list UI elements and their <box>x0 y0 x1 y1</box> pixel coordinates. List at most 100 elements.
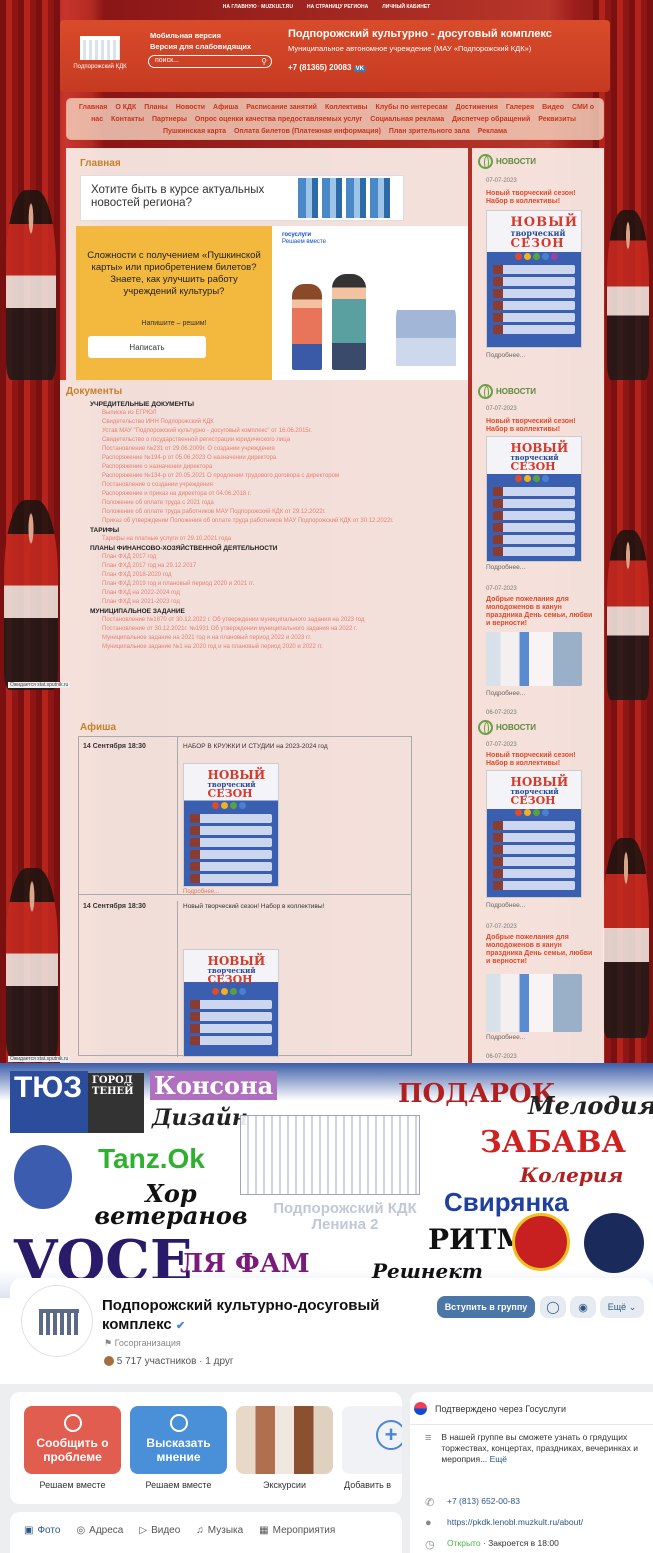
group-members[interactable]: 5 717 участников · 1 друг <box>104 1356 234 1367</box>
document-link[interactable]: Свидетельство о государственной регистра… <box>90 436 462 445</box>
document-link[interactable]: План ФХД 2018-2020 год <box>90 571 462 580</box>
menu-item[interactable]: Коллективы <box>325 104 368 111</box>
impaired-version-link[interactable]: Версия для слабовидящих <box>150 41 251 52</box>
site-row[interactable]: ● https://pkdk.lenobl.muzkult.ru/about/ <box>425 1517 583 1529</box>
more-button[interactable]: Ещё ⌄ <box>600 1296 644 1318</box>
news-title-link[interactable]: Добрые пожелания для молодоженов в канун… <box>486 934 598 966</box>
document-link[interactable]: Свидетельство ИНН Подпорожский КДК <box>90 418 462 427</box>
tab-photos[interactable]: ▣ Фото <box>24 1525 60 1536</box>
menu-item[interactable]: Видео <box>542 104 564 111</box>
document-link[interactable]: Постановление №1870 от 30.12.2022 г. Об … <box>90 616 462 625</box>
vk-icon[interactable]: VK <box>353 66 366 72</box>
join-group-button[interactable]: Вступить в группу <box>437 1296 535 1318</box>
document-link[interactable]: Приказ об утверждении Положения об оплат… <box>90 517 462 526</box>
hours-row[interactable]: ◷ Открыто · Закроется в 18:00 <box>425 1538 559 1551</box>
menu-item[interactable]: План зрительного зала <box>389 128 470 135</box>
document-link[interactable]: План ФХД 2017 год <box>90 553 462 562</box>
menu-item[interactable]: Пушкинская карта <box>163 128 226 135</box>
news-more-link[interactable]: Подробнее... <box>486 352 525 359</box>
menu-item[interactable]: Главная <box>79 104 107 111</box>
document-link[interactable]: План ФХД на 2021-2023 год <box>90 598 462 607</box>
add-button[interactable]: + <box>342 1406 402 1474</box>
write-button[interactable]: Написать <box>88 336 206 358</box>
report-problem-button[interactable]: Сообщить о проблеме <box>24 1406 121 1474</box>
document-link[interactable]: Выписка из ЕГРЮЛ <box>90 409 462 418</box>
news-banner-text: Хотите быть в курсе актуальных новостей … <box>91 184 265 209</box>
top-link-home[interactable]: НА ГЛАВНУЮ · MUZKULT.RU <box>223 4 293 14</box>
tab-videos[interactable]: ▷ Видео <box>139 1525 180 1536</box>
tab-addresses[interactable]: ◎ Адреса <box>76 1525 123 1536</box>
menu-item[interactable]: О КДК <box>115 104 136 111</box>
document-link[interactable]: Распоряжение о назначении директора <box>90 463 462 472</box>
news-title-link[interactable]: Новый творческий сезон! Набор в коллекти… <box>486 752 596 768</box>
tab-events[interactable]: ▦ Мероприятия <box>259 1525 335 1536</box>
news-poster[interactable]: НОВЫЙ творческий СЕЗОН <box>486 436 582 562</box>
news-title-link[interactable]: Новый творческий сезон! Набор в коллекти… <box>486 418 596 434</box>
menu-item[interactable]: Оплата билетов (Платежная информация) <box>234 128 381 135</box>
event-title[interactable]: НАБОР В КРУЖКИ И СТУДИИ на 2023-2024 год <box>183 743 328 750</box>
group-avatar[interactable] <box>22 1286 92 1356</box>
menu-item[interactable]: Расписание занятий <box>246 104 317 111</box>
document-link[interactable]: Постановление от 30.12.2021г. №1931 Об у… <box>90 625 462 634</box>
menu-item[interactable]: Диспетчер обращений <box>452 116 530 123</box>
news-banner[interactable]: Хотите быть в курсе актуальных новостей … <box>80 175 404 221</box>
news-more-link[interactable]: Подробнее... <box>486 1034 525 1041</box>
notifications-button[interactable]: ◉ <box>570 1296 596 1318</box>
menu-item[interactable]: Реклама <box>478 128 507 135</box>
site-logo[interactable]: Подпорожский КДК <box>70 26 130 78</box>
document-link[interactable]: Постановление о создании учреждения <box>90 481 462 490</box>
event-poster[interactable]: НОВЫЙ творческий СЕЗОН <box>183 949 279 1057</box>
news-poster[interactable]: НОВЫЙ творческий СЕЗОН <box>486 770 582 898</box>
news-title-link[interactable]: Добрые пожелания для молодоженов в канун… <box>486 596 598 628</box>
menu-item[interactable]: Реквизиты <box>538 116 576 123</box>
document-link[interactable]: Устав МАУ "Подпорожский культурно - досу… <box>90 427 462 436</box>
top-link-cabinet[interactable]: ЛИЧНЫЙ КАБИНЕТ <box>382 4 430 14</box>
document-link[interactable]: План ФХД 2017 год на 29.12.2017 <box>90 562 462 571</box>
document-link[interactable]: Распоряжение №134-р от 20.05.2021 О прод… <box>90 472 462 481</box>
description-more-link[interactable]: Ещё <box>490 1454 507 1464</box>
search-input[interactable]: поиск... ⚲ <box>148 55 272 68</box>
event-poster[interactable]: НОВЫЙ творческий СЕЗОН <box>183 763 279 887</box>
document-link[interactable]: Муниципальное задание №1 на 2020 год и н… <box>90 643 462 652</box>
menu-item[interactable]: Новости <box>176 104 205 111</box>
message-button[interactable]: ◯ <box>540 1296 566 1318</box>
document-link[interactable]: Положение об оплате труда с 2021 года <box>90 499 462 508</box>
document-link[interactable]: Тарифы на платные услуги от 29.10.2021 г… <box>90 535 462 544</box>
event-title[interactable]: Новый творческий сезон! Набор в коллекти… <box>183 903 324 910</box>
menu-item[interactable]: Клубы по интересам <box>375 104 447 111</box>
top-link-region[interactable]: НА СТРАНИЦУ РЕГИОНА <box>307 4 368 14</box>
menu-item[interactable]: Контакты <box>111 116 144 123</box>
document-link[interactable]: Распоряжение №194-р от 05.06.2023 О назн… <box>90 454 462 463</box>
share-opinion-button[interactable]: Высказать мнение <box>130 1406 227 1474</box>
news-heading: НОВОСТИ <box>478 720 536 735</box>
menu-item[interactable]: Афиша <box>213 104 238 111</box>
event-more-link[interactable]: Подробнее... <box>183 889 219 895</box>
menu-item[interactable]: Социальная реклама <box>370 116 444 123</box>
news-poster[interactable]: НОВЫЙ творческий СЕЗОН <box>486 210 582 348</box>
wedding-photo[interactable] <box>486 632 582 686</box>
excursions-button[interactable] <box>236 1406 333 1474</box>
phone-row[interactable]: ✆ +7 (813) 652-00-83 <box>425 1496 520 1509</box>
document-link[interactable]: Распоряжение и приказ на директора от 04… <box>90 490 462 499</box>
menu-item[interactable]: Планы <box>144 104 168 111</box>
description-row: ≡ В нашей группе вы сможете узнать о гряд… <box>425 1432 645 1465</box>
menu-item[interactable]: Партнеры <box>152 116 187 123</box>
document-link[interactable]: Положение об оплате труда работников МАУ… <box>90 508 462 517</box>
document-link[interactable]: План ФХД 2019 год и плановый период 2020… <box>90 580 462 589</box>
event-divider <box>177 901 178 1057</box>
search-icon[interactable]: ⚲ <box>261 57 267 66</box>
news-more-link[interactable]: Подробнее... <box>486 564 525 571</box>
menu-item[interactable]: Опрос оценки качества предоставляемых ус… <box>195 116 362 123</box>
news-more-link[interactable]: Подробнее... <box>486 902 525 909</box>
document-link[interactable]: Муниципальное задание на 2021 год и на п… <box>90 634 462 643</box>
document-link[interactable]: Постановление №231 от 29.06.2009г. О соз… <box>90 445 462 454</box>
tab-music[interactable]: ♫ Музыка <box>196 1525 243 1536</box>
news-title-link[interactable]: Новый творческий сезон! Набор в коллекти… <box>486 190 596 206</box>
mobile-version-link[interactable]: Мобильная версия <box>150 30 251 41</box>
news-more-link[interactable]: Подробнее... <box>486 690 525 697</box>
ensemble-logo <box>512 1213 570 1271</box>
menu-item[interactable]: Галерея <box>506 104 534 111</box>
menu-item[interactable]: Достижения <box>456 104 498 111</box>
document-link[interactable]: План ФХД на 2022-2024 год <box>90 589 462 598</box>
wedding-photo[interactable] <box>486 974 582 1032</box>
